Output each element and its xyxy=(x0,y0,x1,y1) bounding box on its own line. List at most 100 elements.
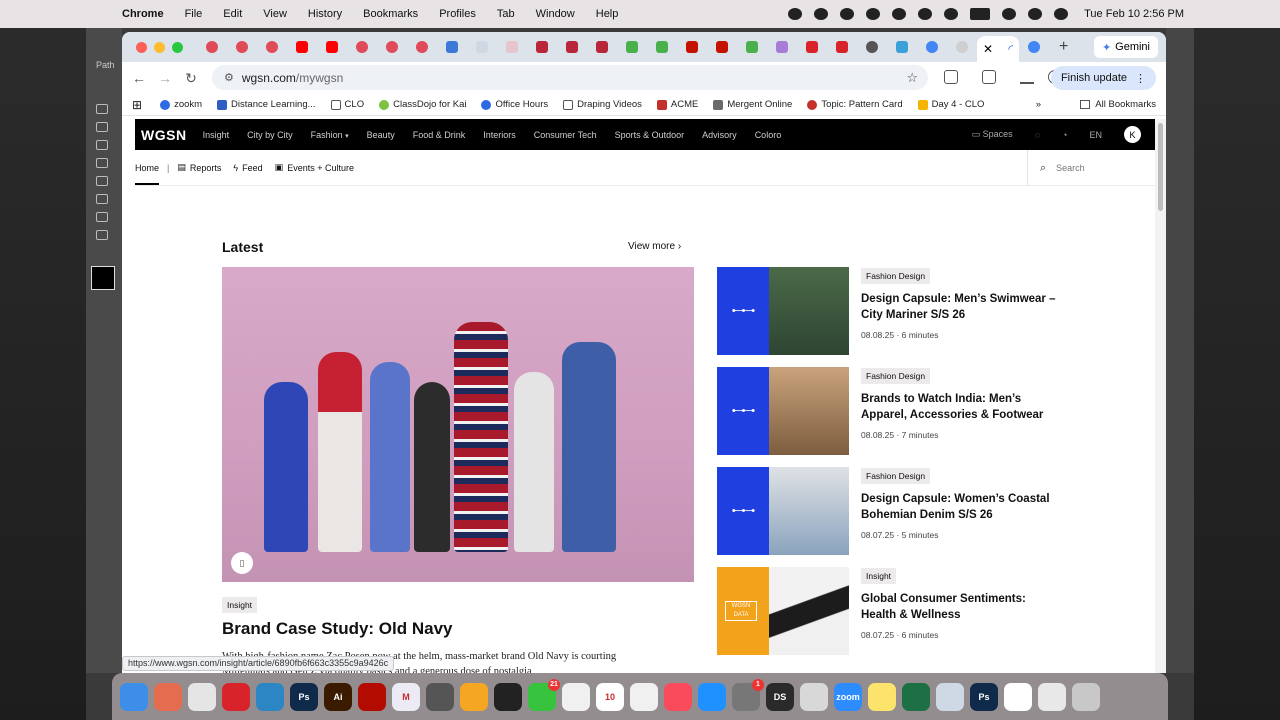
menu-bookmarks[interactable]: Bookmarks xyxy=(363,8,418,20)
view-more-link[interactable]: View more › xyxy=(628,241,681,252)
nav-beauty[interactable]: Beauty xyxy=(367,130,395,140)
spaces-button[interactable]: ▭ Spaces xyxy=(972,129,1013,140)
bookmark-item[interactable]: zookm xyxy=(160,99,202,110)
tab[interactable] xyxy=(617,32,647,62)
menu-profiles[interactable]: Profiles xyxy=(439,8,476,20)
dock-printer-icon[interactable] xyxy=(1004,682,1032,711)
move-tool-icon[interactable] xyxy=(96,104,108,114)
language-button[interactable]: EN xyxy=(1089,130,1102,140)
dock-chrome-icon[interactable] xyxy=(188,682,216,711)
menu-help[interactable]: Help xyxy=(596,8,619,20)
card-title[interactable]: Design Capsule: Women’s Coastal Bohemian… xyxy=(861,491,1061,523)
tab[interactable] xyxy=(767,32,797,62)
menu-history[interactable]: History xyxy=(308,8,342,20)
nav-coloro[interactable]: Coloro xyxy=(755,130,782,140)
bookmark-item[interactable]: Office Hours xyxy=(481,99,548,110)
grammarly-icon[interactable] xyxy=(840,8,855,20)
nav-consumer-tech[interactable]: Consumer Tech xyxy=(534,130,597,140)
tab[interactable] xyxy=(677,32,707,62)
tab[interactable] xyxy=(467,32,497,62)
record-icon[interactable] xyxy=(788,8,803,20)
tab[interactable] xyxy=(737,32,767,62)
bell-icon[interactable]: ◔ xyxy=(1062,130,1067,140)
bookmark-folder[interactable]: CLO xyxy=(330,99,364,110)
cast-icon[interactable] xyxy=(982,70,996,84)
card-image[interactable]: WGSN DATA xyxy=(717,567,849,655)
new-tab-button[interactable]: + xyxy=(1059,38,1068,56)
card-title[interactable]: Design Capsule: Men’s Swimwear – City Ma… xyxy=(861,291,1061,323)
tab[interactable] xyxy=(827,32,857,62)
play-icon[interactable] xyxy=(918,8,933,20)
tab[interactable] xyxy=(1019,32,1049,62)
tab[interactable] xyxy=(257,32,287,62)
finish-update-button[interactable]: Finish update ⋮ xyxy=(1050,66,1156,90)
tab[interactable] xyxy=(947,32,977,62)
wgsn-logo[interactable]: WGSN xyxy=(141,127,187,143)
dock-preview-icon[interactable] xyxy=(936,682,964,711)
bookmark-item[interactable]: Day 4 - CLO xyxy=(917,99,984,110)
spotlight-icon[interactable] xyxy=(1028,8,1043,20)
tab[interactable] xyxy=(377,32,407,62)
nav-sports-outdoor[interactable]: Sports & Outdoor xyxy=(615,130,685,140)
dock-trash-icon[interactable] xyxy=(1072,682,1100,711)
tab[interactable] xyxy=(707,32,737,62)
type-tool-icon[interactable] xyxy=(96,158,108,168)
tab[interactable] xyxy=(557,32,587,62)
bookmark-item[interactable]: ACME xyxy=(656,99,698,110)
avatar[interactable]: K xyxy=(1124,126,1141,143)
menu-edit[interactable]: Edit xyxy=(223,8,242,20)
nav-food-drink[interactable]: Food & Drink xyxy=(413,130,466,140)
dock-photos-icon[interactable] xyxy=(562,682,590,711)
dock-acrobat-reader-icon[interactable] xyxy=(800,682,828,711)
menu-window[interactable]: Window xyxy=(536,8,575,20)
dock-photoshop-icon[interactable]: Ps xyxy=(290,682,318,711)
tab[interactable] xyxy=(647,32,677,62)
tab[interactable] xyxy=(407,32,437,62)
dock-excel-icon[interactable] xyxy=(902,682,930,711)
back-button[interactable]: ← xyxy=(126,70,152,86)
forward-button[interactable]: → xyxy=(152,70,178,86)
hand-tool-icon[interactable] xyxy=(96,230,108,240)
card-title[interactable]: Global Consumer Sentiments: Health & Wel… xyxy=(861,591,1061,623)
nav-insight[interactable]: Insight xyxy=(203,130,230,140)
tab[interactable] xyxy=(437,32,467,62)
shield-icon[interactable] xyxy=(892,8,907,20)
scrollbar-thumb[interactable] xyxy=(1158,123,1163,211)
dock-obs-icon[interactable] xyxy=(494,682,522,711)
site-info-icon[interactable]: ⚙ xyxy=(224,71,234,84)
tab[interactable] xyxy=(197,32,227,62)
chat-icon[interactable]: ◌ xyxy=(1035,130,1040,140)
dock-pages-icon[interactable] xyxy=(460,682,488,711)
foreground-color-swatch[interactable] xyxy=(91,266,115,290)
subnav-feed[interactable]: ϟ Feed xyxy=(233,163,262,173)
dock-acrobat-icon[interactable] xyxy=(358,682,386,711)
subnav-home[interactable]: Home xyxy=(135,163,160,185)
zoom-window-button[interactable] xyxy=(172,41,183,53)
pen-tool-icon[interactable] xyxy=(96,122,108,132)
save-bookmark-button[interactable]: ▯ xyxy=(231,552,253,574)
tab[interactable] xyxy=(317,32,347,62)
all-bookmarks-button[interactable]: All Bookmarks xyxy=(1080,99,1156,110)
menu-file[interactable]: File xyxy=(185,8,203,20)
dock-music-icon[interactable] xyxy=(664,682,692,711)
tab[interactable] xyxy=(797,32,827,62)
gemini-button[interactable]: ✦ Gemini xyxy=(1093,36,1158,58)
dock-messages-icon[interactable]: 21 xyxy=(528,678,560,711)
category-tag[interactable]: Insight xyxy=(222,597,258,613)
minimize-window-button[interactable] xyxy=(154,41,165,53)
bookmark-item[interactable]: Topic: Pattern Card xyxy=(807,99,903,110)
battery-icon[interactable] xyxy=(970,8,991,20)
card-image[interactable]: •─•─• xyxy=(717,467,849,555)
menubar-clock[interactable]: Tue Feb 10 2:56 PM xyxy=(1084,8,1184,20)
dock-mendeley-icon[interactable]: M xyxy=(392,682,420,711)
control-center-icon[interactable] xyxy=(1054,8,1069,20)
card-image[interactable]: •─•─• xyxy=(717,267,849,355)
dock-illustrator-icon[interactable]: Ai xyxy=(324,682,352,711)
tab[interactable] xyxy=(887,32,917,62)
creative-cloud-icon[interactable] xyxy=(814,8,829,20)
menu-view[interactable]: View xyxy=(263,8,287,20)
tab[interactable] xyxy=(347,32,377,62)
zoom-status-icon[interactable] xyxy=(866,8,881,20)
category-tag[interactable]: Insight xyxy=(861,568,897,584)
menu-tab[interactable]: Tab xyxy=(497,8,515,20)
